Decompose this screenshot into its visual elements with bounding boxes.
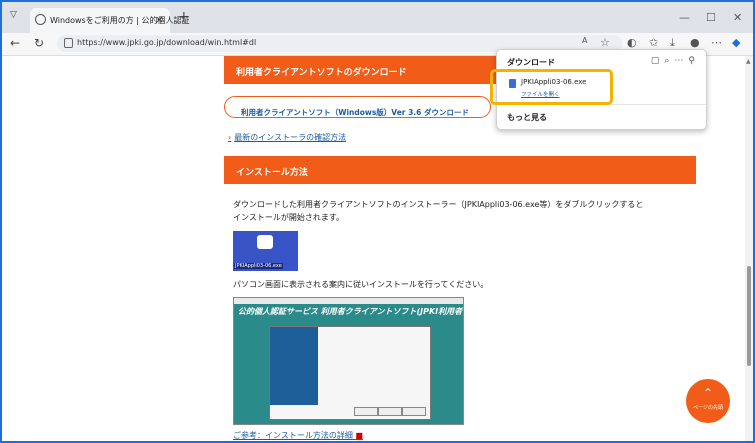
lock-icon	[64, 38, 73, 48]
more-options-icon[interactable]: ⋯	[674, 56, 688, 66]
chevron-up-icon: ⌃	[702, 386, 714, 400]
profile-icon[interactable]: ●	[690, 36, 700, 49]
new-tab-button[interactable]: +	[178, 9, 190, 25]
highlight-box	[490, 69, 613, 105]
close-window-button[interactable]: ✕	[733, 11, 742, 24]
installer-dialog	[269, 326, 431, 420]
back-icon[interactable]: ←	[10, 36, 20, 50]
page-top-button[interactable]: ⌃ ページの先頭	[686, 379, 730, 423]
url-text[interactable]: https://www.jpki.go.jp/download/win.html…	[77, 38, 256, 47]
downloads-icon[interactable]: ⤓	[670, 36, 675, 50]
minimize-button[interactable]: —	[679, 11, 690, 24]
scrollbar[interactable]: ▲	[745, 56, 753, 441]
install-detail-link[interactable]: ご参考：インストール方法の詳細 ■	[233, 430, 363, 441]
installer-banner-text: 公的個人認証サービス 利用者クライアントソフト(JPKI利用者ソフト)	[238, 307, 490, 316]
installer-next-button	[378, 407, 402, 416]
scrollbar-thumb[interactable]	[747, 266, 751, 366]
jpki-logo-icon	[257, 235, 273, 249]
pin-icon[interactable]: ⚲	[688, 56, 700, 66]
install-instruction-2: パソコン画面に表示される案内に従いインストールを行ってください。	[233, 280, 489, 289]
tab-windows-jpki[interactable]: Windowsをご利用の方 | 公的個人認証 ×	[30, 8, 190, 33]
install-instruction: ダウンロードした利用者クライアントソフトのインストーラー（JPKIAppli03…	[233, 200, 644, 222]
section-title-install: インストール方法	[224, 156, 696, 184]
favorite-star-icon[interactable]: ☆	[600, 36, 610, 49]
installer-window-header	[234, 298, 463, 304]
scroll-up-icon[interactable]: ▲	[746, 58, 751, 65]
downloads-panel-title: ダウンロード	[507, 58, 555, 67]
tab-title: Windowsをご利用の方 | 公的個人認証	[50, 16, 190, 25]
copilot-icon[interactable]: ◐	[627, 36, 637, 49]
installer-dialog-side	[270, 327, 318, 405]
see-more-link[interactable]: もっと見る	[507, 112, 547, 123]
tab-close-button[interactable]: ×	[155, 13, 164, 26]
search-icon[interactable]: ⌕	[664, 56, 674, 66]
downloads-panel-actions: ▢⌕⋯⚲	[651, 56, 700, 66]
arrow-icon: ›	[228, 133, 232, 142]
read-aloud-icon[interactable]: A	[582, 36, 587, 45]
tab-bar: ▽ Windowsをご利用の方 | 公的個人認証 × + — ☐ ✕	[2, 2, 753, 33]
installer-cancel-button	[402, 407, 426, 416]
favorites-icon[interactable]: ✩	[649, 36, 658, 49]
maximize-button[interactable]: ☐	[706, 11, 716, 24]
pdf-icon: ■	[355, 431, 363, 440]
open-folder-icon[interactable]: ▢	[651, 56, 665, 66]
refresh-icon[interactable]: ↻	[34, 36, 44, 50]
edge-sidebar-icon[interactable]: ◆	[732, 36, 740, 49]
tab-actions-icon[interactable]: ▽	[10, 10, 17, 20]
installer-back-button	[354, 407, 378, 416]
installer-screenshot: 公的個人認証サービス 利用者クライアントソフト(JPKI利用者ソフト)	[233, 297, 490, 425]
globe-icon	[35, 14, 46, 25]
download-client-link[interactable]: › 利用者クライアントソフト（Windows版）Ver 3.6 ダウンロード	[224, 96, 491, 118]
installer-app-icon: JPKIAppli03-06.exe	[233, 231, 298, 271]
browser-window: ▽ Windowsをご利用の方 | 公的個人認証 × + — ☐ ✕ ← ↻ h…	[0, 0, 755, 443]
installer-check-link[interactable]: › 最新のインストーラの確認方法	[228, 132, 346, 143]
more-menu-icon[interactable]: ⋯	[711, 36, 722, 49]
